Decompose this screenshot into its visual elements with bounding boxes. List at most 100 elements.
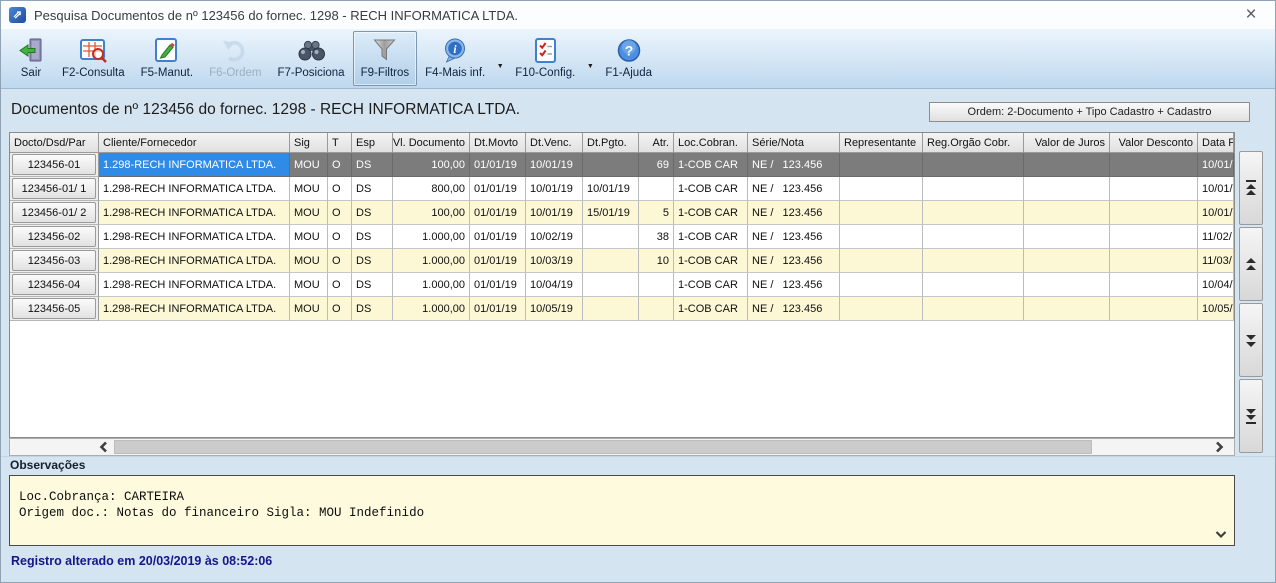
cell-juros[interactable] [1024,297,1110,321]
cell-loc[interactable]: 1-COB CAR [674,225,748,249]
cell-cliente[interactable]: 1.298-RECH INFORMATICA LTDA. [99,297,290,321]
cell-dataf[interactable]: 11/02/ [1198,225,1234,249]
table-row[interactable]: 123456-01/ 21.298-RECH INFORMATICA LTDA.… [10,201,1234,225]
cell-pgto[interactable] [583,225,639,249]
cell-rep[interactable] [840,273,923,297]
toolbar-button-f10-config[interactable]: F10-Config. [507,31,583,86]
cell-esp[interactable]: DS [352,153,393,177]
cell-venc[interactable]: 10/05/19 [526,297,583,321]
toolbar-button-f9-filtros[interactable]: F9-Filtros [353,31,418,86]
cell-pgto[interactable] [583,273,639,297]
cell-cliente[interactable]: 1.298-RECH INFORMATICA LTDA. [99,153,290,177]
cell-dataf[interactable]: 10/05/ [1198,297,1234,321]
docto-row-button[interactable]: 123456-01/ 2 [12,202,96,223]
toolbar-button-f2-consulta[interactable]: F2-Consulta [54,31,133,86]
cell-pgto[interactable]: 15/01/19 [583,201,639,225]
cell-loc[interactable]: 1-COB CAR [674,273,748,297]
cell-reg[interactable] [923,177,1024,201]
cell-loc[interactable]: 1-COB CAR [674,153,748,177]
cell-loc[interactable]: 1-COB CAR [674,201,748,225]
cell-desc[interactable] [1110,153,1198,177]
cell-movto[interactable]: 01/01/19 [470,273,526,297]
cell-esp[interactable]: DS [352,297,393,321]
cell-venc[interactable]: 10/03/19 [526,249,583,273]
dropdown-arrow-icon[interactable]: ▼ [493,63,507,70]
cell-rep[interactable] [840,201,923,225]
cell-t[interactable]: O [328,177,352,201]
cell-desc[interactable] [1110,177,1198,201]
table-row[interactable]: 123456-01/ 11.298-RECH INFORMATICA LTDA.… [10,177,1234,201]
cell-loc[interactable]: 1-COB CAR [674,297,748,321]
cell-movto[interactable]: 01/01/19 [470,177,526,201]
cell-juros[interactable] [1024,249,1110,273]
cell-reg[interactable] [923,297,1024,321]
cell-sig[interactable]: MOU [290,153,328,177]
cell-vl[interactable]: 1.000,00 [393,225,470,249]
cell-rep[interactable] [840,177,923,201]
cell-rep[interactable] [840,249,923,273]
cell-dataf[interactable]: 10/01/ [1198,153,1234,177]
toolbar-button-f7-posiciona[interactable]: F7-Posiciona [269,31,352,86]
cell-reg[interactable] [923,273,1024,297]
goto-last-record-button[interactable] [1239,379,1263,453]
cell-esp[interactable]: DS [352,225,393,249]
docto-row-button[interactable]: 123456-01 [12,154,96,175]
docto-row-button[interactable]: 123456-01/ 1 [12,178,96,199]
docto-row-button[interactable]: 123456-05 [12,298,96,319]
cell-juros[interactable] [1024,225,1110,249]
cell-atr[interactable]: 38 [639,225,674,249]
cell-vl[interactable]: 1.000,00 [393,249,470,273]
cell-vl[interactable]: 100,00 [393,201,470,225]
cell-reg[interactable] [923,153,1024,177]
cell-desc[interactable] [1110,201,1198,225]
cell-t[interactable]: O [328,225,352,249]
cell-t[interactable]: O [328,153,352,177]
cell-movto[interactable]: 01/01/19 [470,297,526,321]
cell-loc[interactable]: 1-COB CAR [674,177,748,201]
cell-desc[interactable] [1110,249,1198,273]
horizontal-scrollbar[interactable] [9,438,1235,456]
cell-dataf[interactable]: 11/03/ [1198,249,1234,273]
cell-cliente[interactable]: 1.298-RECH INFORMATICA LTDA. [99,177,290,201]
cell-reg[interactable] [923,225,1024,249]
docto-row-button[interactable]: 123456-02 [12,226,96,247]
cell-desc[interactable] [1110,273,1198,297]
cell-venc[interactable]: 10/01/19 [526,177,583,201]
cell-sig[interactable]: MOU [290,273,328,297]
toolbar-button-f6-ordem[interactable]: F6-Ordem [201,31,269,86]
horizontal-scrollbar-thumb[interactable] [114,440,1092,454]
cell-venc[interactable]: 10/01/19 [526,201,583,225]
cell-rep[interactable] [840,297,923,321]
cell-movto[interactable]: 01/01/19 [470,153,526,177]
cell-movto[interactable]: 01/01/19 [470,201,526,225]
cell-dataf[interactable]: 10/01/ [1198,177,1234,201]
cell-t[interactable]: O [328,297,352,321]
cell-esp[interactable]: DS [352,249,393,273]
cell-docto[interactable]: 123456-01/ 2 [10,201,99,225]
order-button[interactable]: Ordem: 2-Documento + Tipo Cadastro + Cad… [929,102,1250,122]
cell-atr[interactable] [639,273,674,297]
cell-pgto[interactable] [583,297,639,321]
cell-reg[interactable] [923,249,1024,273]
cell-serie[interactable]: NE / 123.456 [748,225,840,249]
cell-venc[interactable]: 10/04/19 [526,273,583,297]
cell-docto[interactable]: 123456-01/ 1 [10,177,99,201]
cell-rep[interactable] [840,153,923,177]
cell-dataf[interactable]: 10/04/ [1198,273,1234,297]
cell-vl[interactable]: 100,00 [393,153,470,177]
cell-sig[interactable]: MOU [290,177,328,201]
table-row[interactable]: 123456-041.298-RECH INFORMATICA LTDA.MOU… [10,273,1234,297]
cell-serie[interactable]: NE / 123.456 [748,273,840,297]
cell-desc[interactable] [1110,297,1198,321]
cell-movto[interactable]: 01/01/19 [470,225,526,249]
cell-vl[interactable]: 800,00 [393,177,470,201]
cell-sig[interactable]: MOU [290,249,328,273]
cell-juros[interactable] [1024,177,1110,201]
toolbar-button-f1-ajuda[interactable]: ?F1-Ajuda [597,31,660,86]
cell-serie[interactable]: NE / 123.456 [748,249,840,273]
cell-docto[interactable]: 123456-02 [10,225,99,249]
cell-t[interactable]: O [328,273,352,297]
cell-cliente[interactable]: 1.298-RECH INFORMATICA LTDA. [99,201,290,225]
scroll-left-icon[interactable] [94,440,112,454]
cell-juros[interactable] [1024,153,1110,177]
